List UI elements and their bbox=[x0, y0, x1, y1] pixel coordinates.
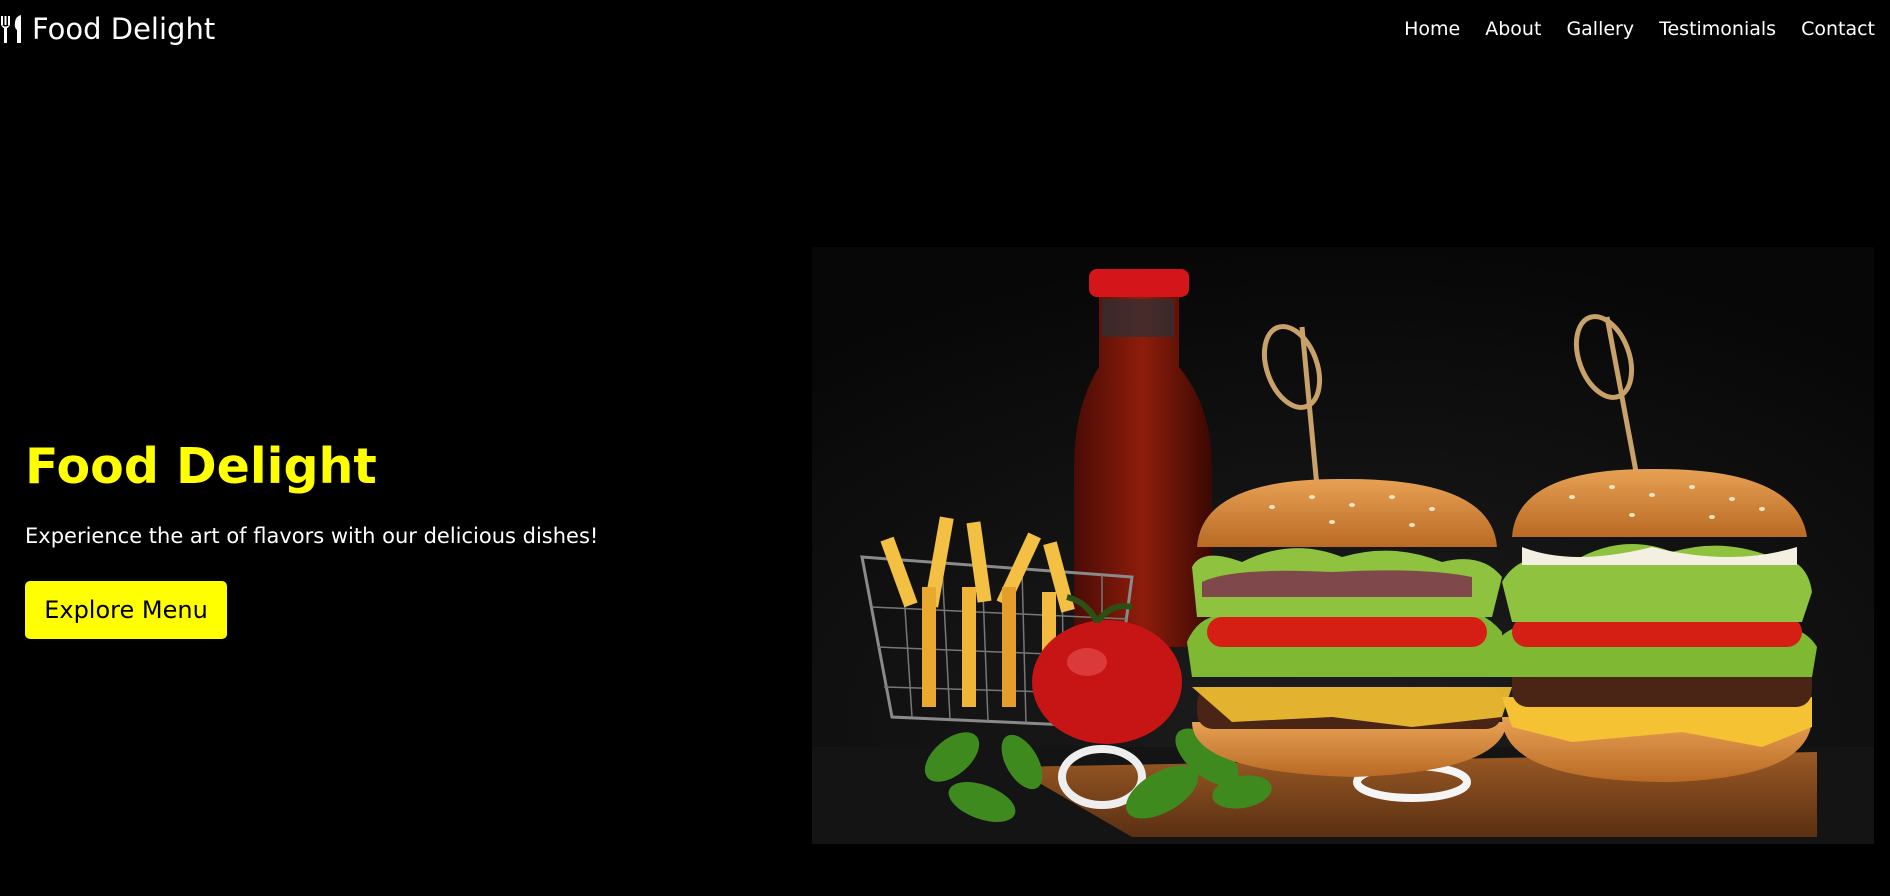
hero-title: Food Delight bbox=[25, 438, 377, 495]
nav-gallery-link[interactable]: Gallery bbox=[1566, 18, 1634, 40]
nav-about-link[interactable]: About bbox=[1485, 18, 1541, 40]
hero-text: Food Delight Experience the art of flavo… bbox=[25, 440, 725, 639]
nav-home-link[interactable]: Home bbox=[1404, 18, 1460, 40]
nav-contact-link[interactable]: Contact bbox=[1801, 18, 1875, 40]
utensils-icon bbox=[0, 14, 26, 44]
navbar: Food Delight Home About Gallery Testimon… bbox=[0, 0, 1890, 58]
explore-menu-button[interactable]: Explore Menu bbox=[25, 580, 227, 639]
hero-food-image bbox=[812, 247, 1874, 844]
nav-links: Home About Gallery Testimonials Contact bbox=[1379, 18, 1875, 40]
brand-name: Food Delight bbox=[32, 11, 216, 46]
hero-subtitle: Experience the art of flavors with our d… bbox=[25, 523, 599, 548]
nav-testimonials-link[interactable]: Testimonials bbox=[1659, 18, 1776, 40]
brand-link[interactable]: Food Delight bbox=[0, 14, 215, 44]
